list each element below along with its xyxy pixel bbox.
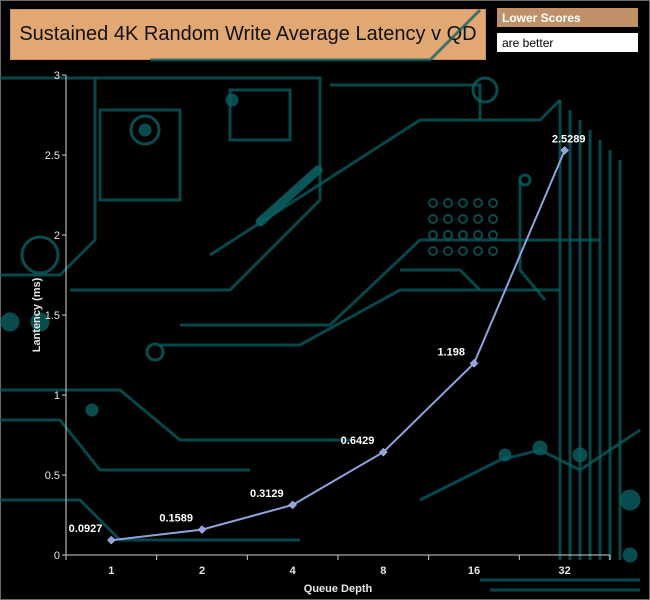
circuit-dot — [473, 214, 483, 224]
data-label: 1.198 — [437, 346, 465, 358]
circuit-pad — [572, 447, 588, 463]
circuit-dot — [488, 230, 498, 240]
data-label: 0.3129 — [250, 488, 284, 500]
circuit-trace — [98, 108, 182, 202]
y-tick-label: 2 — [54, 230, 60, 242]
circuit-pad — [138, 123, 152, 137]
circuit-trace — [0, 498, 300, 542]
chart-labels: 0.0927 0.1589 0.3129 0.6429 1.198 2.5289 — [69, 133, 586, 535]
circuit-background — [0, 8, 641, 592]
circuit-dot — [488, 198, 498, 208]
circuit-pad — [145, 342, 165, 362]
circuit-trace — [228, 88, 292, 142]
x-axis-title: Queue Depth — [304, 583, 373, 595]
circuit-trace — [400, 268, 482, 292]
chart-plot: 0 0.5 1 1.5 2 2.5 3 1 2 4 8 16 32 Queue Depth Lantency… — [0, 8, 641, 595]
data-point — [197, 525, 207, 534]
circuit-pad — [619, 489, 641, 511]
y-tick-label: 2.5 — [45, 150, 60, 162]
circuit-dot — [473, 198, 483, 208]
circuit-dot — [443, 246, 453, 256]
circuit-dot — [458, 246, 468, 256]
y-tick-label: 0 — [54, 550, 60, 562]
y-tick-label: 0.5 — [45, 470, 60, 482]
circuit-trace — [180, 238, 600, 327]
circuit-trace — [0, 418, 250, 472]
circuit-trace — [150, 8, 482, 62]
circuit-pad — [20, 235, 60, 275]
y-tick-label: 3 — [54, 70, 60, 82]
circuit-dot — [428, 230, 438, 240]
circuit-pad — [498, 448, 512, 462]
x-tick-label: 8 — [380, 565, 386, 577]
circuit-dot — [458, 198, 468, 208]
circuit-dot — [428, 198, 438, 208]
data-point — [106, 535, 116, 545]
x-tick-label: 4 — [290, 565, 297, 577]
circuit-dot — [443, 198, 453, 208]
data-label: 0.6429 — [341, 435, 375, 447]
circuit-trace — [419, 428, 641, 502]
circuit-trace — [209, 98, 562, 257]
circuit-bar — [255, 165, 323, 227]
data-label: 2.5289 — [552, 133, 586, 145]
circuit-dot — [458, 230, 468, 240]
circuit-pad — [471, 76, 499, 104]
circuit-pad — [622, 547, 638, 563]
circuit-trace — [330, 83, 482, 120]
circuit-dot — [458, 214, 468, 224]
y-tick-label: 1.5 — [45, 310, 60, 322]
circuit-dot — [443, 214, 453, 224]
circuit-pad — [225, 93, 239, 107]
circuit-trace — [0, 388, 350, 442]
x-tick-label: 1 — [108, 565, 114, 577]
circuit-pad — [0, 312, 20, 332]
circuit-dot — [443, 230, 453, 240]
circuit-pad — [532, 440, 548, 456]
circuit-dot — [428, 246, 438, 256]
y-axis-title: Lantency (ms) — [31, 277, 43, 352]
data-point — [560, 146, 570, 155]
circuit-trace — [0, 76, 97, 277]
circuit-dot — [428, 214, 438, 224]
x-tick-label: 16 — [468, 565, 480, 577]
y-tick-label: 1 — [54, 390, 60, 402]
data-label: 0.1589 — [159, 513, 193, 525]
circuit-pad — [85, 403, 99, 417]
circuit-pad — [518, 173, 532, 187]
circuit-dot — [488, 214, 498, 224]
circuit-dot — [473, 230, 483, 240]
x-tick-label: 2 — [199, 565, 205, 577]
circuit-dot — [488, 246, 498, 256]
circuit-dot — [473, 246, 483, 256]
x-tick-label: 32 — [559, 565, 571, 577]
data-label: 0.0927 — [69, 523, 103, 535]
